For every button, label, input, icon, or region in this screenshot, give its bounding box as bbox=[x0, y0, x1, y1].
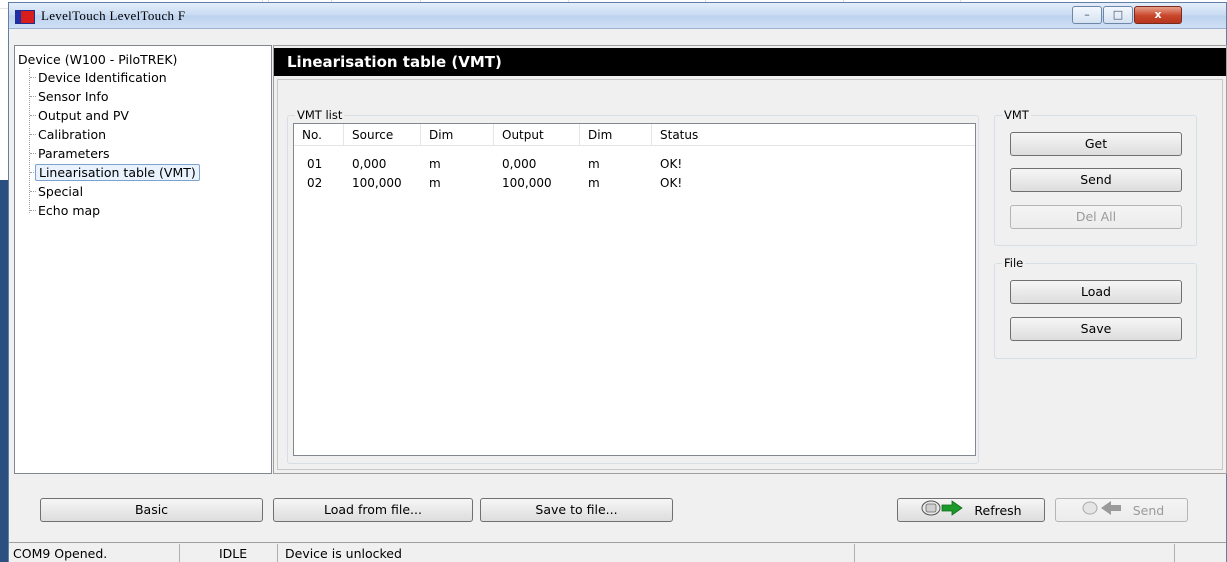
title-bar[interactable]: LevelTouch LevelTouch F – □ x bbox=[9, 3, 1226, 29]
status-lock: Device is unlocked bbox=[285, 546, 402, 561]
desktop-edge bbox=[0, 180, 8, 562]
table-cell[interactable]: 0,000 bbox=[352, 157, 386, 172]
table-cell[interactable]: m bbox=[588, 176, 600, 191]
refresh-label: Refresh bbox=[974, 503, 1022, 518]
maximize-icon: □ bbox=[1112, 8, 1124, 21]
column-header-source[interactable]: Source bbox=[344, 124, 421, 146]
table-cell[interactable]: m bbox=[429, 176, 441, 191]
table-cell[interactable]: 01 bbox=[307, 157, 322, 172]
file-group-title: File bbox=[1002, 256, 1026, 270]
status-bar: COM9 Opened. IDLE Device is unlocked bbox=[9, 542, 1226, 562]
tree-item-special[interactable]: Special bbox=[38, 184, 83, 199]
file-group: File bbox=[994, 256, 1197, 359]
column-header-output[interactable]: Output bbox=[494, 124, 580, 146]
window-title: LevelTouch LevelTouch F bbox=[41, 8, 186, 23]
vmt-table[interactable]: No. Source Dim Output Dim Status 01 0,00… bbox=[293, 123, 976, 456]
app-icon bbox=[15, 10, 35, 24]
vmt-group-title: VMT bbox=[1002, 108, 1031, 122]
table-cell[interactable]: 02 bbox=[307, 176, 322, 191]
navigation-tree[interactable]: Device (W100 - PiloTREK) Device Identifi… bbox=[14, 45, 272, 474]
app-window: LevelTouch LevelTouch F – □ x Device (W1… bbox=[8, 2, 1227, 562]
tree-item-calibration[interactable]: Calibration bbox=[38, 127, 106, 142]
maximize-button[interactable]: □ bbox=[1103, 6, 1133, 24]
table-cell[interactable]: m bbox=[588, 157, 600, 172]
send-button[interactable]: Send bbox=[1055, 498, 1188, 522]
table-cell[interactable]: OK! bbox=[660, 176, 682, 191]
close-icon: x bbox=[1154, 8, 1162, 21]
table-header: No. Source Dim Output Dim Status bbox=[294, 124, 975, 146]
basic-button[interactable]: Basic bbox=[40, 498, 263, 522]
device-refresh-icon bbox=[920, 499, 966, 524]
minimize-button[interactable]: – bbox=[1072, 6, 1102, 24]
minimize-icon: – bbox=[1084, 8, 1090, 21]
device-send-icon bbox=[1079, 499, 1125, 524]
column-header-dim[interactable]: Dim bbox=[421, 124, 494, 146]
status-state: IDLE bbox=[219, 546, 248, 561]
status-port: COM9 Opened. bbox=[13, 546, 108, 561]
table-cell[interactable]: OK! bbox=[660, 157, 682, 172]
table-cell[interactable]: 100,000 bbox=[352, 176, 402, 191]
send-vmt-button[interactable]: Send bbox=[1010, 168, 1182, 192]
vmt-list-title: VMT list bbox=[295, 108, 345, 122]
tree-root[interactable]: Device (W100 - PiloTREK) bbox=[18, 52, 177, 67]
load-button[interactable]: Load bbox=[1010, 280, 1182, 304]
tree-item-device-identification[interactable]: Device Identification bbox=[38, 70, 167, 85]
page-title: Linearisation table (VMT) bbox=[274, 48, 1226, 76]
close-button[interactable]: x bbox=[1134, 6, 1182, 24]
column-header-status[interactable]: Status bbox=[652, 124, 975, 146]
tree-item-sensor-info[interactable]: Sensor Info bbox=[38, 89, 108, 104]
tree-item-parameters[interactable]: Parameters bbox=[38, 146, 110, 161]
del-all-button[interactable]: Del All bbox=[1010, 205, 1182, 229]
tree-item-output-and-pv[interactable]: Output and PV bbox=[38, 108, 129, 123]
save-button[interactable]: Save bbox=[1010, 317, 1182, 341]
refresh-button[interactable]: Refresh bbox=[897, 498, 1045, 522]
tree-item-linearisation-table[interactable]: Linearisation table (VMT) bbox=[35, 164, 200, 181]
save-to-file-button[interactable]: Save to file... bbox=[480, 498, 673, 522]
table-cell[interactable]: 0,000 bbox=[502, 157, 536, 172]
table-cell[interactable]: m bbox=[429, 157, 441, 172]
send-label: Send bbox=[1132, 503, 1165, 518]
column-header-no[interactable]: No. bbox=[294, 124, 344, 146]
tree-item-echo-map[interactable]: Echo map bbox=[38, 203, 100, 218]
load-from-file-button[interactable]: Load from file... bbox=[273, 498, 473, 522]
table-cell[interactable]: 100,000 bbox=[502, 176, 552, 191]
get-button[interactable]: Get bbox=[1010, 132, 1182, 156]
column-header-dim-2[interactable]: Dim bbox=[580, 124, 652, 146]
